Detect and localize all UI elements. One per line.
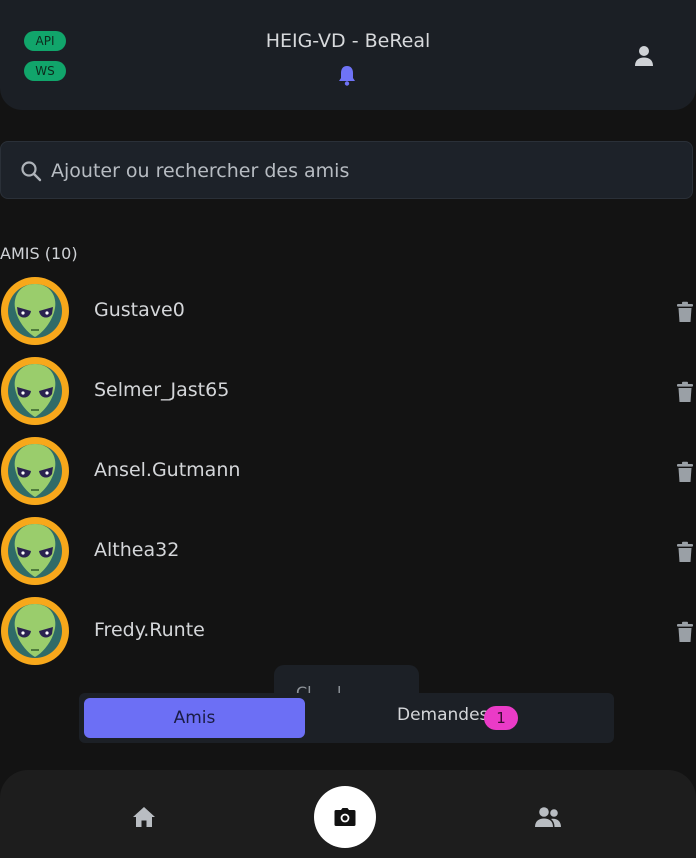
alien-avatar — [1, 357, 69, 425]
trash-icon[interactable] — [675, 381, 695, 403]
friend-name: Althea32 — [94, 539, 180, 561]
ws-status-badge: WS — [24, 61, 66, 81]
search-icon — [21, 161, 42, 182]
app-title: HEIG-VD - BeReal — [265, 30, 431, 52]
trash-icon[interactable] — [675, 461, 695, 483]
friend-row[interactable]: Althea32 — [0, 516, 696, 586]
friend-search-input[interactable]: Ajouter ou rechercher des amis — [0, 141, 693, 199]
bell-icon[interactable] — [337, 64, 357, 86]
friend-name: Selmer_Jast65 — [94, 379, 230, 401]
users-icon[interactable] — [534, 806, 562, 828]
trash-icon[interactable] — [675, 541, 695, 563]
friend-row[interactable]: Selmer_Jast65 — [0, 356, 696, 426]
home-icon[interactable] — [132, 806, 156, 828]
search-placeholder: Ajouter ou rechercher des amis — [51, 160, 350, 182]
alien-avatar — [1, 517, 69, 585]
trash-icon[interactable] — [675, 621, 695, 643]
friend-row[interactable]: Fredy.Runte — [0, 596, 696, 666]
friend-name: Fredy.Runte — [94, 619, 205, 641]
alien-avatar — [1, 437, 69, 505]
alien-avatar — [1, 277, 69, 345]
tab-demandes[interactable]: Demandes — [397, 705, 488, 725]
friend-name: Gustave0 — [94, 299, 185, 321]
friend-row[interactable]: Ansel.Gutmann — [0, 436, 696, 506]
trash-icon[interactable] — [675, 301, 695, 323]
friends-count-title: AMIS (10) — [0, 244, 78, 263]
camera-icon — [334, 808, 356, 826]
friend-row[interactable]: Gustave0 — [0, 276, 696, 346]
app-header: API WS HEIG-VD - BeReal — [0, 0, 696, 110]
bottom-navigation — [0, 770, 696, 858]
user-icon[interactable] — [633, 45, 655, 67]
demandes-count-badge: 1 — [484, 706, 518, 730]
friend-name: Ansel.Gutmann — [94, 459, 241, 481]
friends-tabs: Amis Demandes 1 — [79, 693, 614, 743]
camera-button[interactable] — [314, 786, 376, 848]
tab-amis[interactable]: Amis — [84, 698, 305, 738]
alien-avatar — [1, 597, 69, 665]
